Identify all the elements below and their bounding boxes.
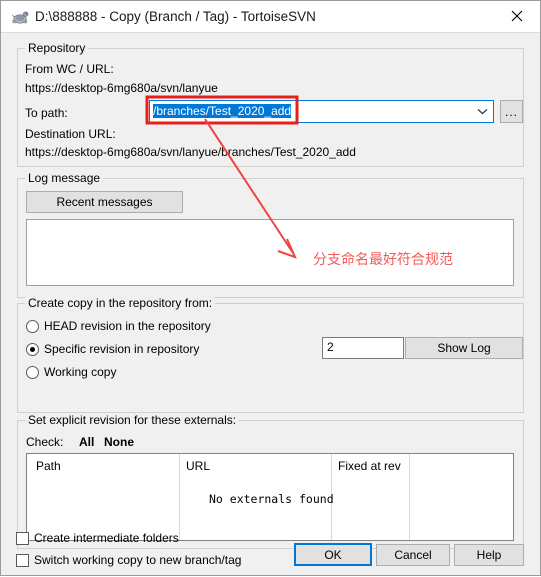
to-path-input[interactable]: /branches/Test_2020_add xyxy=(153,104,292,118)
checkbox-create-intermediate-folders-label: Create intermediate folders xyxy=(34,531,179,545)
chevron-down-icon[interactable] xyxy=(476,108,488,116)
create-copy-group-title: Create copy in the repository from: xyxy=(25,297,216,309)
radio-specific-revision-label: Specific revision in repository xyxy=(44,342,200,356)
log-message-group-title: Log message xyxy=(25,172,104,184)
recent-messages-button[interactable]: Recent messages xyxy=(26,191,183,213)
check-none-link[interactable]: None xyxy=(104,435,134,449)
cancel-button[interactable]: Cancel xyxy=(376,544,450,566)
externals-column-url: URL xyxy=(186,459,211,473)
destination-url-label: Destination URL: xyxy=(25,127,116,141)
dialog-client-area: Repository From WC / URL: https://deskto… xyxy=(1,33,540,575)
from-wc-url-value: https://desktop-6mg680a/svn/lanyue xyxy=(25,81,218,95)
externals-column-divider xyxy=(179,454,180,540)
radio-specific-revision-mark[interactable] xyxy=(26,342,39,356)
title-bar: D:\888888 - Copy (Branch / Tag) - Tortoi… xyxy=(1,1,540,32)
radio-working-copy[interactable]: Working copy xyxy=(26,365,116,379)
repository-group-title: Repository xyxy=(25,42,89,54)
help-button[interactable]: Help xyxy=(454,544,524,566)
externals-column-fixed-at-rev: Fixed at rev xyxy=(338,459,401,473)
revision-number-value: 2 xyxy=(327,340,334,354)
checkbox-switch-working-copy[interactable]: Switch working copy to new branch/tag xyxy=(16,553,241,567)
close-button[interactable] xyxy=(494,1,540,31)
to-path-value[interactable]: /branches/Test_2020_add xyxy=(153,104,292,118)
to-path-label: To path: xyxy=(25,106,68,120)
externals-column-path: Path xyxy=(36,459,61,473)
from-wc-url-label: From WC / URL: xyxy=(25,62,114,76)
checkbox-switch-working-copy-mark[interactable] xyxy=(16,553,29,567)
radio-head-revision[interactable]: HEAD revision in the repository xyxy=(26,319,211,333)
browse-button[interactable]: ... xyxy=(500,100,523,123)
checkbox-create-intermediate-folders-mark[interactable] xyxy=(16,531,29,545)
externals-group-title: Set explicit revision for these external… xyxy=(25,414,240,426)
checkbox-create-intermediate-folders[interactable]: Create intermediate folders xyxy=(16,531,179,545)
check-all-link[interactable]: All xyxy=(79,435,94,449)
ok-button[interactable]: OK xyxy=(294,543,372,566)
radio-working-copy-mark[interactable] xyxy=(26,365,39,379)
externals-column-divider xyxy=(409,454,410,540)
radio-specific-revision[interactable]: Specific revision in repository xyxy=(26,342,199,356)
tortoisesvn-turtle-icon xyxy=(11,8,29,26)
radio-head-revision-label: HEAD revision in the repository xyxy=(44,319,211,333)
to-path-combobox[interactable]: /branches/Test_2020_add xyxy=(149,100,494,123)
externals-table[interactable]: Path URL Fixed at rev No externals found xyxy=(26,453,514,541)
show-log-button[interactable]: Show Log xyxy=(405,337,523,359)
checkbox-switch-working-copy-label: Switch working copy to new branch/tag xyxy=(34,553,242,567)
annotation-text: 分支命名最好符合规范 xyxy=(313,252,453,268)
externals-empty-message: No externals found xyxy=(209,492,334,506)
radio-working-copy-label: Working copy xyxy=(44,365,117,379)
revision-number-input[interactable]: 2 xyxy=(322,337,404,359)
radio-head-revision-mark[interactable] xyxy=(26,319,39,333)
dialog-window: D:\888888 - Copy (Branch / Tag) - Tortoi… xyxy=(0,0,541,576)
check-label: Check: xyxy=(26,435,64,449)
window-title: D:\888888 - Copy (Branch / Tag) - Tortoi… xyxy=(35,9,316,24)
destination-url-value: https://desktop-6mg680a/svn/lanyue/branc… xyxy=(25,145,356,159)
